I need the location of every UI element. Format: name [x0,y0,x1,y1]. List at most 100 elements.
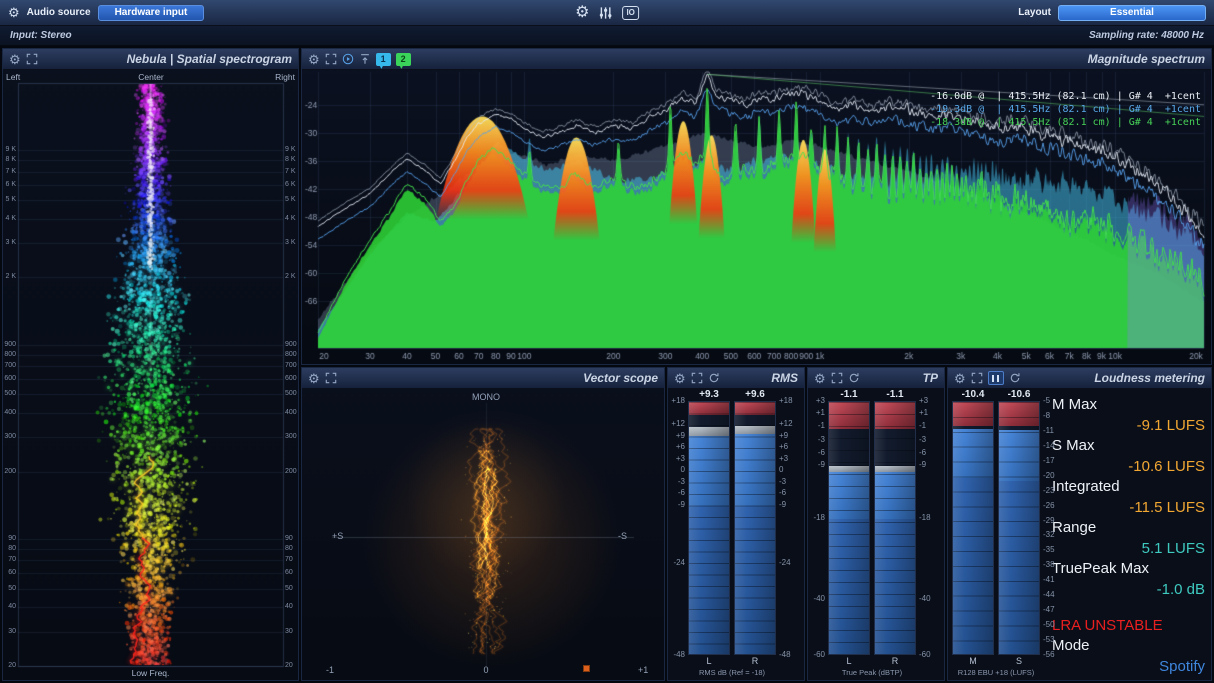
freq-tick-label: 2 K [3,273,16,281]
meter-scale-tick: -48 [779,651,803,659]
rms-panel-header: ⚙ RMS [668,368,804,389]
fullscreen-icon[interactable] [325,372,337,384]
meter-scale-tick: -24 [668,559,685,567]
fullscreen-icon[interactable] [26,53,38,65]
meter-scale-tick: -1 [919,422,943,430]
gear-icon[interactable]: ⚙ [954,372,966,385]
freq-tick-label: 700 [3,362,16,370]
input-status-label: Input: Stereo [10,30,72,41]
meter-scale-tick: 0 [779,466,803,474]
freq-tick-label: 6 K [3,181,16,189]
stat-value-m-max: -9.1 LUFS [1052,415,1205,436]
meter-scale-tick: +3 [779,455,803,463]
scale-plus-one-label: +1 [638,665,648,675]
freq-tick-label: 2 K [285,273,298,281]
rms-meter-R [734,401,776,655]
stat-value-integrated: -11.5 LUFS [1052,497,1205,518]
freq-tick-label: 8 K [3,156,16,164]
gear-icon[interactable]: ⚙ [814,372,826,385]
magnitude-spectrum-panel: ⚙ 1 ▾ 2 ▾ Magnitude spectrum -16.0dB @ |… [301,48,1212,365]
audio-settings-gear-icon[interactable]: ⚙ [8,6,20,19]
pause-bar-icon [997,375,999,382]
loudness-meters: M Max-9.1 LUFSS Max-10.6 LUFSIntegrated-… [948,389,1211,680]
meter-scale-tick: +1 [919,409,943,417]
settings-gear-icon[interactable]: ⚙ [575,5,589,21]
loudness-value-S: -10.6 [993,389,1045,400]
app-root: ⚙ Audio source Hardware input ⚙ IO Layou… [0,0,1214,683]
meter-scale-tick: -11 [1043,427,1067,435]
fullscreen-icon[interactable] [831,372,843,384]
meter-scale-tick: -6 [668,489,685,497]
meter-scale-tick: +6 [779,443,803,451]
reset-icon[interactable] [848,372,860,384]
tp-value-L: -1.1 [823,389,875,400]
meter-scale-tick: +6 [668,443,685,451]
gear-icon[interactable]: ⚙ [308,53,320,66]
stat-label-range: Range [1052,518,1205,538]
rms-channel-label: L [688,656,730,666]
meter-scale-tick: -3 [808,436,825,444]
freq-tick-label: 90 [3,535,16,543]
vectorscope-panel: ⚙ Vector scope MONO +S -S -1 0 +1 [301,367,665,681]
audio-source-label: Audio source [27,7,91,18]
rms-channel-label: R [734,656,776,666]
freq-tick-label: 800 [3,351,16,359]
reset-icon[interactable] [1009,372,1021,384]
stat-value-s-max: -10.6 LUFS [1052,456,1205,477]
channel-sliders-icon[interactable] [598,6,613,20]
meter-scale-tick: -38 [1043,561,1067,569]
freq-tick-label: 9 K [285,146,298,154]
tp-meter-R [874,401,916,655]
freq-tick-label: 800 [285,351,298,359]
meter-scale-tick: -26 [1043,502,1067,510]
fullscreen-icon[interactable] [691,372,703,384]
rms-meters: +9.3+9.6+18+18+12+12+9+9+6+6+3+300-3-3-6… [668,389,804,680]
meter-scale-tick: -9 [668,501,685,509]
freq-tick-label: 600 [3,375,16,383]
fullscreen-icon[interactable] [325,53,337,65]
reset-icon[interactable] [708,372,720,384]
freq-tick-label: 8 K [285,156,298,164]
stat-label-mode: Mode [1052,636,1205,656]
gear-icon[interactable]: ⚙ [308,372,320,385]
play-icon[interactable] [342,53,354,65]
meter-scale-tick: -32 [1043,531,1067,539]
stat-value-mode: Spotify [1052,656,1205,677]
pause-button[interactable] [988,371,1004,385]
spectrogram-panel-header: ⚙ Nebula | Spatial spectrogram [3,49,298,70]
freq-tick-label: 70 [3,556,16,564]
hardware-input-button[interactable]: Hardware input [98,5,205,21]
gear-icon[interactable]: ⚙ [674,372,686,385]
status-bar: Input: Stereo Sampling rate: 48000 Hz [0,26,1214,46]
rms-panel-title: RMS [771,371,798,385]
loudness-stats: M Max-9.1 LUFSS Max-10.6 LUFSIntegrated-… [1052,395,1205,677]
vectorscope-body: MONO +S -S -1 0 +1 [302,389,664,680]
rms-panel: ⚙ RMS +9.3+9.6+18+18+12+12+9+9+6+6+3+300… [667,367,805,681]
spatial-spectrogram-body: Left Center Right Low Freq. 9 K9 K8 K8 K… [3,70,298,680]
readout-line-2: -19.3dB @ | 415.5Hz (82.1 cm) | G# 4 +1c… [930,103,1201,116]
mono-label: MONO [456,392,516,402]
loudness-value-M: -10.4 [947,389,999,400]
meter-scale-tick: -40 [919,595,943,603]
readout-line-3: -18.3dB @ | 415.5Hz (82.1 cm) | G# 4 +1c… [930,116,1201,129]
freq-tick-label: 90 [285,535,298,543]
tp-channel-label: L [828,656,870,666]
meter-tick-lines [829,402,869,654]
plus-s-label: +S [332,531,343,541]
layout-label: Layout [1018,7,1051,18]
slot-1-caret-icon: ▾ [380,64,384,71]
essential-layout-button[interactable]: Essential [1058,5,1206,21]
fullscreen-icon[interactable] [971,372,983,384]
meter-scale-tick: -6 [779,489,803,497]
peak-hold-icon[interactable] [359,53,371,65]
axis-right-label: Right [275,72,295,82]
meter-scale-tick: -56 [1043,651,1067,659]
io-routing-icon[interactable]: IO [622,6,638,20]
tp-value-R: -1.1 [869,389,921,400]
rms-value-L: +9.3 [683,389,735,400]
gear-icon[interactable]: ⚙ [9,53,21,66]
freq-tick-label: 50 [3,585,16,593]
freq-tick-label: 3 K [3,239,16,247]
meter-scale-tick: -29 [1043,517,1067,525]
meter-scale-tick: -3 [919,436,943,444]
